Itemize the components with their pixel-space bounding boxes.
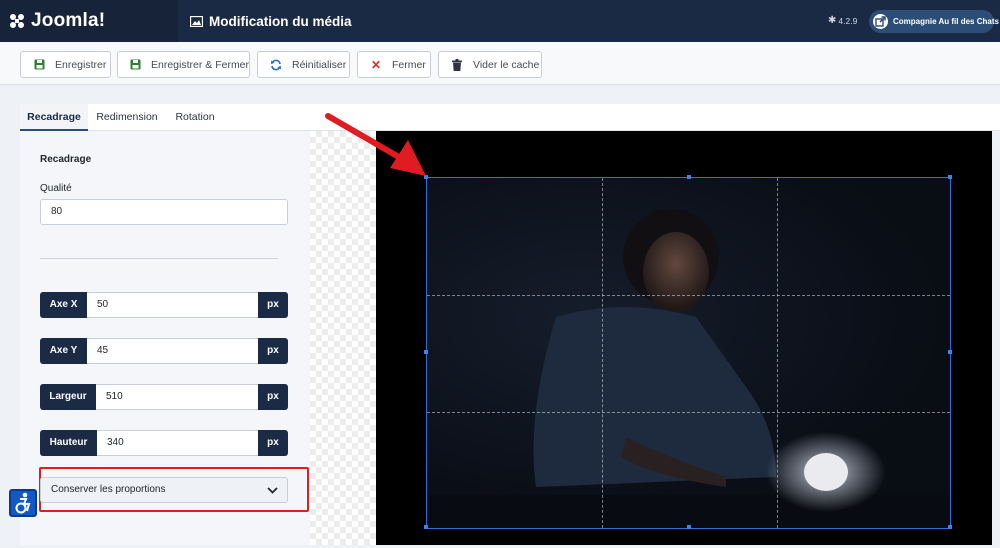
crop-handle-s[interactable] xyxy=(687,525,691,529)
crop-grid-line xyxy=(427,412,950,413)
joomla-logo-icon xyxy=(10,14,24,28)
axis-x-label: Axe X xyxy=(40,292,87,318)
sync-icon xyxy=(270,59,282,71)
section-divider xyxy=(40,258,278,259)
save-button[interactable]: Enregistrer xyxy=(20,51,111,78)
x-icon: ✕ xyxy=(370,57,382,72)
site-link-label: Compagnie Au fil des Chats xyxy=(893,17,999,26)
close-label: Fermer xyxy=(392,58,426,71)
tab-rotation[interactable]: Rotation xyxy=(166,104,224,131)
joomla-version-icon: ✱ xyxy=(828,15,837,26)
width-label: Largeur xyxy=(40,384,96,410)
width-unit: px xyxy=(258,384,288,410)
axis-x-unit: px xyxy=(258,292,288,318)
save-icon xyxy=(33,59,45,71)
brand-logo[interactable]: Joomla! xyxy=(0,0,178,42)
axis-y-field: Axe Y 45 px xyxy=(40,338,288,364)
reset-label: Réinitialiser xyxy=(292,58,347,71)
crop-handle-se[interactable] xyxy=(948,525,952,529)
brand-text: Joomla! xyxy=(31,10,106,31)
image-canvas[interactable] xyxy=(376,131,992,545)
site-link-button[interactable]: Compagnie Au fil des Chats xyxy=(869,10,999,33)
clear-cache-label: Vider le cache xyxy=(473,58,540,71)
editor-tabs: Recadrage Redimension Rotation xyxy=(20,104,1000,131)
height-field: Hauteur 340 px xyxy=(40,430,288,456)
crop-grid-line xyxy=(602,178,603,528)
chevron-down-icon xyxy=(257,478,287,502)
crop-grid-line xyxy=(427,295,950,296)
axis-x-input[interactable]: 50 xyxy=(87,292,258,318)
section-title: Recadrage xyxy=(40,154,92,165)
crop-handle-n[interactable] xyxy=(687,175,691,179)
image-icon xyxy=(190,15,203,27)
page-title: Modification du média xyxy=(190,0,352,42)
crop-handle-e[interactable] xyxy=(948,350,952,354)
tab-recadrage[interactable]: Recadrage xyxy=(20,104,88,131)
version-text: 4.2.9 xyxy=(838,15,858,26)
width-field: Largeur 510 px xyxy=(40,384,288,410)
external-link-icon xyxy=(873,14,888,29)
save-close-button[interactable]: Enregistrer & Fermer xyxy=(117,51,250,78)
toolbar: Enregistrer Enregistrer & Fermer Réiniti… xyxy=(0,42,1000,85)
reset-button[interactable]: Réinitialiser xyxy=(257,51,350,78)
aspect-ratio-value: Conserver les proportions xyxy=(51,484,166,495)
aspect-ratio-select[interactable]: Conserver les proportions xyxy=(40,477,288,503)
clear-cache-button[interactable]: Vider le cache xyxy=(438,51,542,78)
trash-icon xyxy=(451,58,463,71)
quality-label: Qualité xyxy=(40,183,72,194)
height-label: Hauteur xyxy=(40,430,97,456)
page-title-text: Modification du média xyxy=(209,13,352,29)
axis-y-label: Axe Y xyxy=(40,338,87,364)
axis-y-input[interactable]: 45 xyxy=(87,338,258,364)
crop-handle-w[interactable] xyxy=(424,350,428,354)
height-input[interactable]: 340 xyxy=(97,430,258,456)
crop-grid-line xyxy=(777,178,778,528)
crop-handle-sw[interactable] xyxy=(424,525,428,529)
height-unit: px xyxy=(258,430,288,456)
axis-y-unit: px xyxy=(258,338,288,364)
annotation-arrow xyxy=(325,113,426,176)
save-icon xyxy=(130,59,141,71)
crop-area[interactable] xyxy=(424,175,952,529)
transparency-background xyxy=(310,131,376,545)
crop-handle-ne[interactable] xyxy=(948,175,952,179)
tab-redimension[interactable]: Redimension xyxy=(88,104,166,131)
width-input[interactable]: 510 xyxy=(96,384,258,410)
top-header: Joomla! Modification du média ✱ 4.2.9 Co… xyxy=(0,0,1000,42)
version-info: ✱ 4.2.9 xyxy=(828,15,857,26)
close-button[interactable]: ✕ Fermer xyxy=(357,51,431,78)
quality-input[interactable]: 80 xyxy=(40,199,288,225)
save-close-label: Enregistrer & Fermer xyxy=(151,58,250,71)
accessibility-icon[interactable] xyxy=(9,489,37,517)
save-label: Enregistrer xyxy=(55,58,107,71)
axis-x-field: Axe X 50 px xyxy=(40,292,288,318)
